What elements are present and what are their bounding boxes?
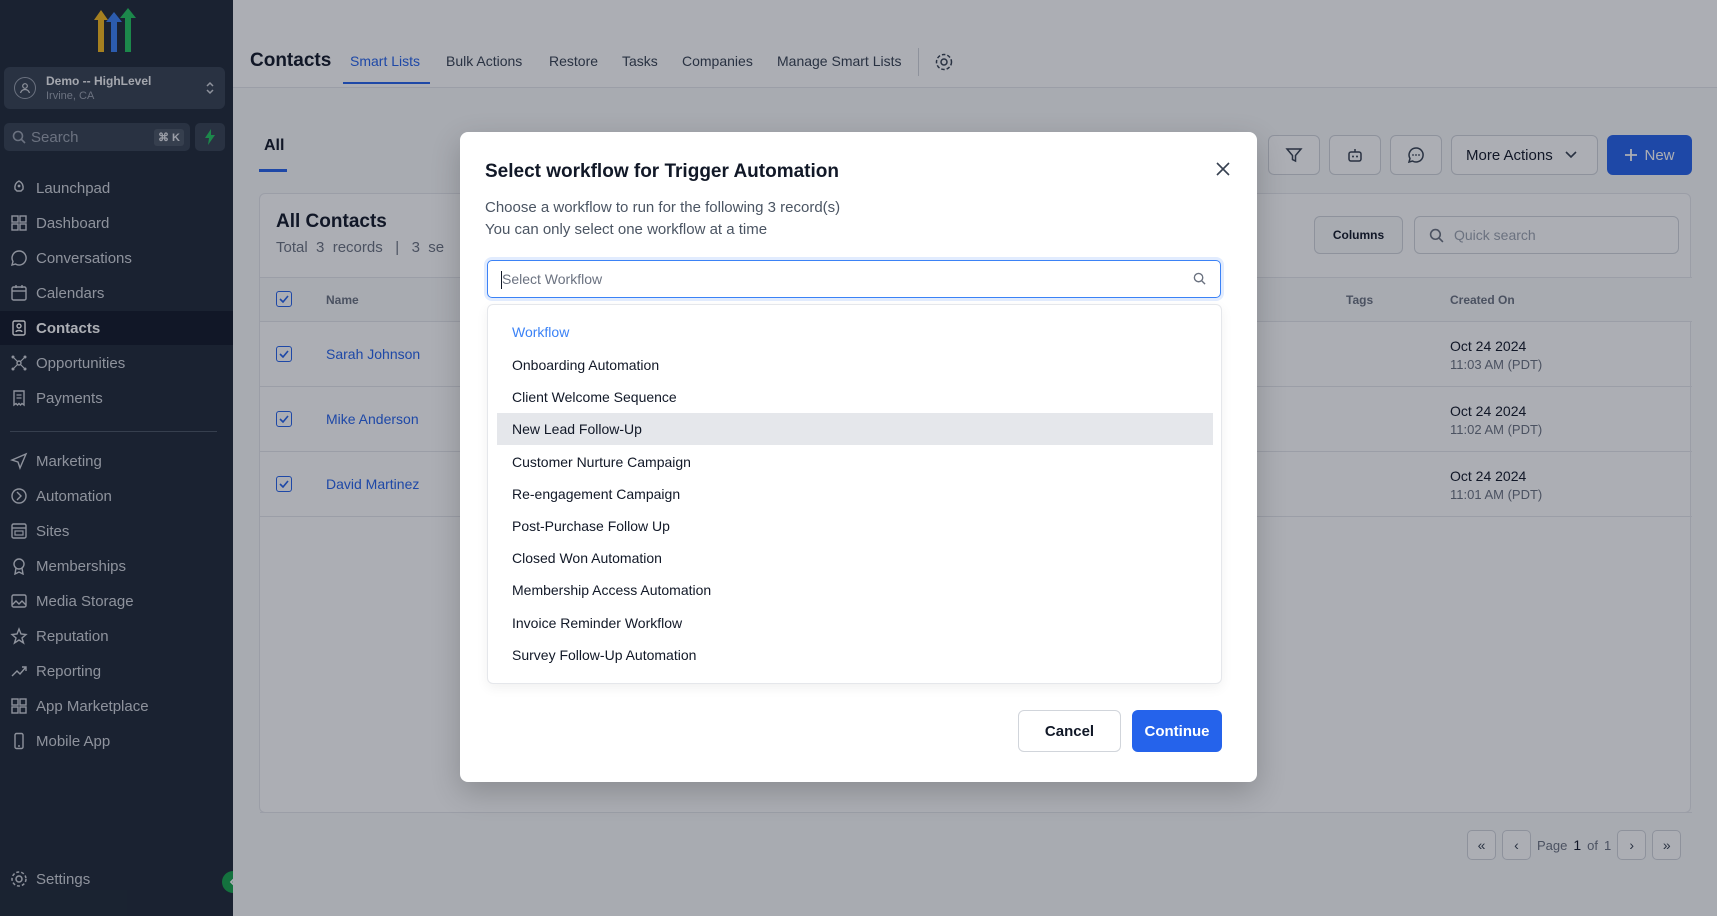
workflow-option[interactable]: Onboarding Automation — [497, 349, 1213, 381]
workflow-option[interactable]: Re-engagement Campaign — [497, 478, 1213, 510]
search-icon — [1193, 272, 1206, 285]
close-icon — [1216, 162, 1230, 176]
workflow-option[interactable]: Post-Purchase Follow Up — [497, 510, 1213, 542]
workflow-option[interactable]: Invoice Reminder Workflow — [497, 607, 1213, 639]
workflow-option[interactable]: Membership Access Automation — [497, 574, 1213, 606]
continue-button[interactable]: Continue — [1132, 710, 1222, 752]
dialog-description: Choose a workflow to run for the followi… — [485, 199, 841, 216]
workflow-dropdown: Workflow Onboarding Automation Client Wel… — [487, 304, 1222, 684]
workflow-option[interactable]: Survey Follow-Up Automation — [497, 639, 1213, 671]
workflow-option[interactable]: Client Welcome Sequence — [497, 381, 1213, 413]
workflow-option[interactable]: Customer Nurture Campaign — [497, 446, 1213, 478]
workflow-option[interactable]: New Lead Follow-Up — [497, 413, 1213, 446]
close-button[interactable] — [1211, 157, 1235, 181]
dialog-hint: You can only select one workflow at a ti… — [485, 221, 768, 238]
dropdown-group-header: Workflow — [512, 324, 570, 340]
workflow-option[interactable]: Closed Won Automation — [497, 542, 1213, 574]
workflow-select-input[interactable]: Select Workflow — [487, 260, 1221, 298]
cancel-button[interactable]: Cancel — [1018, 710, 1121, 752]
text-caret — [501, 271, 502, 289]
dialog-title: Select workflow for Trigger Automation — [485, 161, 839, 182]
trigger-automation-dialog: Select workflow for Trigger Automation C… — [460, 132, 1257, 782]
select-placeholder: Select Workflow — [502, 271, 603, 287]
